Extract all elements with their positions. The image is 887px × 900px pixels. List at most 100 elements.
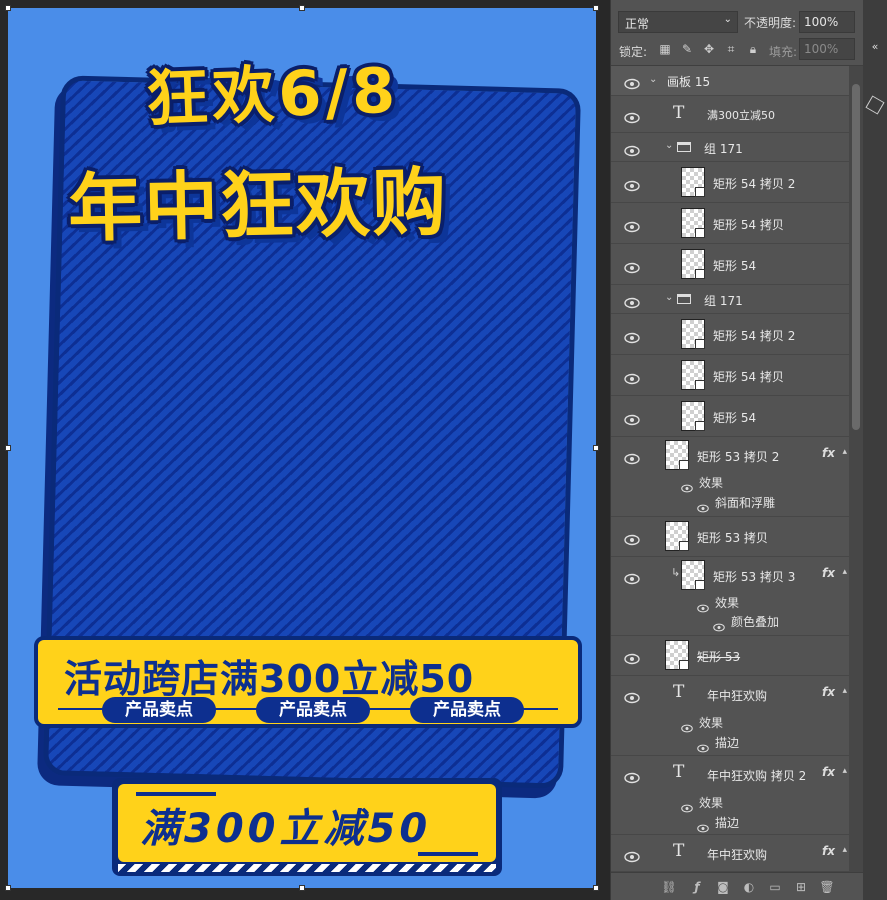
shape-badge-icon — [679, 541, 689, 551]
transform-handle[interactable] — [299, 885, 305, 891]
trash-icon[interactable]: 🗑︎ — [819, 880, 835, 894]
blend-mode-select[interactable]: 正常 ⌄ — [618, 11, 738, 33]
shape-badge-icon — [695, 380, 705, 390]
layer-row-with-effects[interactable]: T 年中狂欢购 fx ▴ 效果 描边 — [611, 676, 849, 756]
effect-stroke-label: 描边 — [715, 816, 740, 830]
layer-row-with-effects[interactable]: ↳ 矩形 53 拷贝 3 fx ▴ 效果 颜色叠加 — [611, 557, 849, 636]
fill-input[interactable]: 100% — [799, 38, 855, 60]
transform-handle[interactable] — [5, 445, 11, 451]
layer-row-with-effects[interactable]: 矩形 53 拷贝 2 fx ▴ 效果 斜面和浮雕 — [611, 437, 849, 517]
fx-icon[interactable]: fx — [822, 844, 835, 858]
new-layer-icon[interactable]: ⊞ — [793, 880, 809, 894]
eye-icon[interactable] — [681, 478, 693, 493]
layer-row[interactable]: 矩形 54 拷贝 — [611, 203, 849, 244]
fx-icon[interactable]: fx — [822, 566, 835, 580]
eye-icon[interactable] — [624, 294, 640, 309]
scrollbar-thumb[interactable] — [852, 84, 860, 430]
eye-icon[interactable] — [624, 218, 640, 233]
eye-icon[interactable] — [681, 718, 693, 733]
transform-handle[interactable] — [5, 885, 11, 891]
chevron-up-icon[interactable]: ▴ — [842, 686, 847, 696]
layer-row[interactable]: 矩形 53 — [611, 636, 849, 676]
chevron-up-icon[interactable]: ▴ — [842, 845, 847, 855]
shape-badge-icon — [695, 580, 705, 590]
layer-row-artboard[interactable]: ⌄ 画板 15 — [611, 66, 849, 96]
transform-handle[interactable] — [5, 5, 11, 11]
eye-icon[interactable] — [624, 142, 640, 157]
link-icon[interactable]: ⛓ — [661, 880, 677, 894]
fx-icon[interactable]: fx — [822, 685, 835, 699]
transform-handle[interactable] — [593, 885, 599, 891]
layer-row[interactable]: T 满300立减50 — [611, 96, 849, 133]
chevron-down-icon[interactable]: ⌄ — [665, 292, 673, 303]
fx-icon[interactable]: ƒ — [689, 880, 705, 894]
eye-icon[interactable] — [624, 570, 640, 585]
eye-icon[interactable] — [624, 329, 640, 344]
layer-row[interactable]: 矩形 53 拷贝 — [611, 517, 849, 557]
shape-badge-icon — [679, 660, 689, 670]
layer-row[interactable]: 矩形 54 拷贝 — [611, 355, 849, 396]
eye-icon[interactable] — [697, 598, 709, 613]
layer-row-group[interactable]: ⌄ 组 171 — [611, 133, 849, 162]
layer-row[interactable]: 矩形 54 拷贝 2 — [611, 314, 849, 355]
eye-icon[interactable] — [624, 259, 640, 274]
layer-name: 矩形 53 拷贝 — [697, 531, 768, 545]
chevron-up-icon[interactable]: ▴ — [842, 567, 847, 577]
lock-position-icon[interactable]: ✥ — [702, 42, 716, 56]
eye-icon[interactable] — [697, 738, 709, 753]
headline-top: 狂欢6/8 — [144, 53, 401, 136]
eye-icon[interactable] — [624, 531, 640, 546]
opacity-input[interactable]: 100% — [799, 11, 855, 33]
eye-icon[interactable] — [624, 450, 640, 465]
layer-row[interactable]: 矩形 54 — [611, 396, 849, 437]
eye-icon[interactable] — [624, 75, 640, 90]
effects-label: 效果 — [699, 716, 724, 730]
transform-handle[interactable] — [593, 5, 599, 11]
opacity-value: 100% — [804, 15, 839, 29]
lock-image-icon[interactable]: ✎ — [680, 42, 694, 56]
eye-icon[interactable] — [681, 798, 693, 813]
eye-icon[interactable] — [624, 177, 640, 192]
chevron-up-icon[interactable]: ▴ — [842, 447, 847, 457]
transform-handle[interactable] — [299, 5, 305, 11]
chevron-up-icon[interactable]: ▴ — [842, 766, 847, 776]
effects-label: 效果 — [699, 796, 724, 810]
layer-row[interactable]: 矩形 54 — [611, 244, 849, 285]
layer-name: 矩形 53 拷贝 3 — [713, 570, 796, 584]
mask-icon[interactable]: ◙ — [715, 880, 731, 894]
chevron-down-icon[interactable]: ⌄ — [649, 74, 657, 85]
adjustment-icon[interactable]: ◐ — [741, 880, 757, 894]
eye-icon[interactable] — [624, 109, 640, 124]
canvas-area[interactable]: 狂欢6/8 年中狂欢购 活动跨店满300立减50 产品卖点 产品卖点 产品卖点 … — [0, 0, 610, 900]
layer-row-group[interactable]: ⌄ 组 171 — [611, 285, 849, 314]
layer-list[interactable]: ⌄ 画板 15 T 满300立减50 ⌄ 组 171 矩形 54 拷贝 2 矩形… — [611, 66, 849, 872]
layer-row[interactable]: T 年中狂欢购 fx ▴ — [611, 835, 849, 872]
shape-badge-icon — [695, 269, 705, 279]
eye-icon[interactable] — [624, 650, 640, 665]
layer-row-with-effects[interactable]: T 年中狂欢购 拷贝 2 fx ▴ 效果 描边 — [611, 756, 849, 835]
eye-icon[interactable] — [697, 498, 709, 513]
layer-name: 矩形 53 拷贝 2 — [697, 450, 780, 464]
collapse-icon[interactable]: « — [867, 40, 883, 56]
layer-row[interactable]: 矩形 54 拷贝 2 — [611, 162, 849, 203]
transform-handle[interactable] — [593, 445, 599, 451]
lock-transparent-icon[interactable]: ▦ — [658, 42, 672, 56]
fx-icon[interactable]: fx — [822, 446, 835, 460]
photoshop-window: 狂欢6/8 年中狂欢购 活动跨店满300立减50 产品卖点 产品卖点 产品卖点 … — [0, 0, 887, 900]
fx-icon[interactable]: fx — [822, 765, 835, 779]
eye-icon[interactable] — [624, 411, 640, 426]
layer-thumbnail — [681, 319, 705, 349]
eye-icon[interactable] — [713, 617, 725, 632]
shape-badge-icon — [695, 187, 705, 197]
new-group-icon[interactable]: ▭ — [767, 880, 783, 894]
eye-icon[interactable] — [624, 769, 640, 784]
lock-all-icon[interactable]: 🔒︎ — [746, 42, 760, 56]
eye-icon[interactable] — [697, 818, 709, 833]
eye-icon[interactable] — [624, 848, 640, 863]
eye-icon[interactable] — [624, 370, 640, 385]
layer-thumbnail — [681, 560, 705, 590]
chevron-down-icon[interactable]: ⌄ — [665, 140, 673, 151]
eye-icon[interactable] — [624, 689, 640, 704]
artboard[interactable]: 狂欢6/8 年中狂欢购 活动跨店满300立减50 产品卖点 产品卖点 产品卖点 … — [8, 8, 596, 888]
lock-artboard-icon[interactable]: ⌗ — [724, 42, 738, 56]
